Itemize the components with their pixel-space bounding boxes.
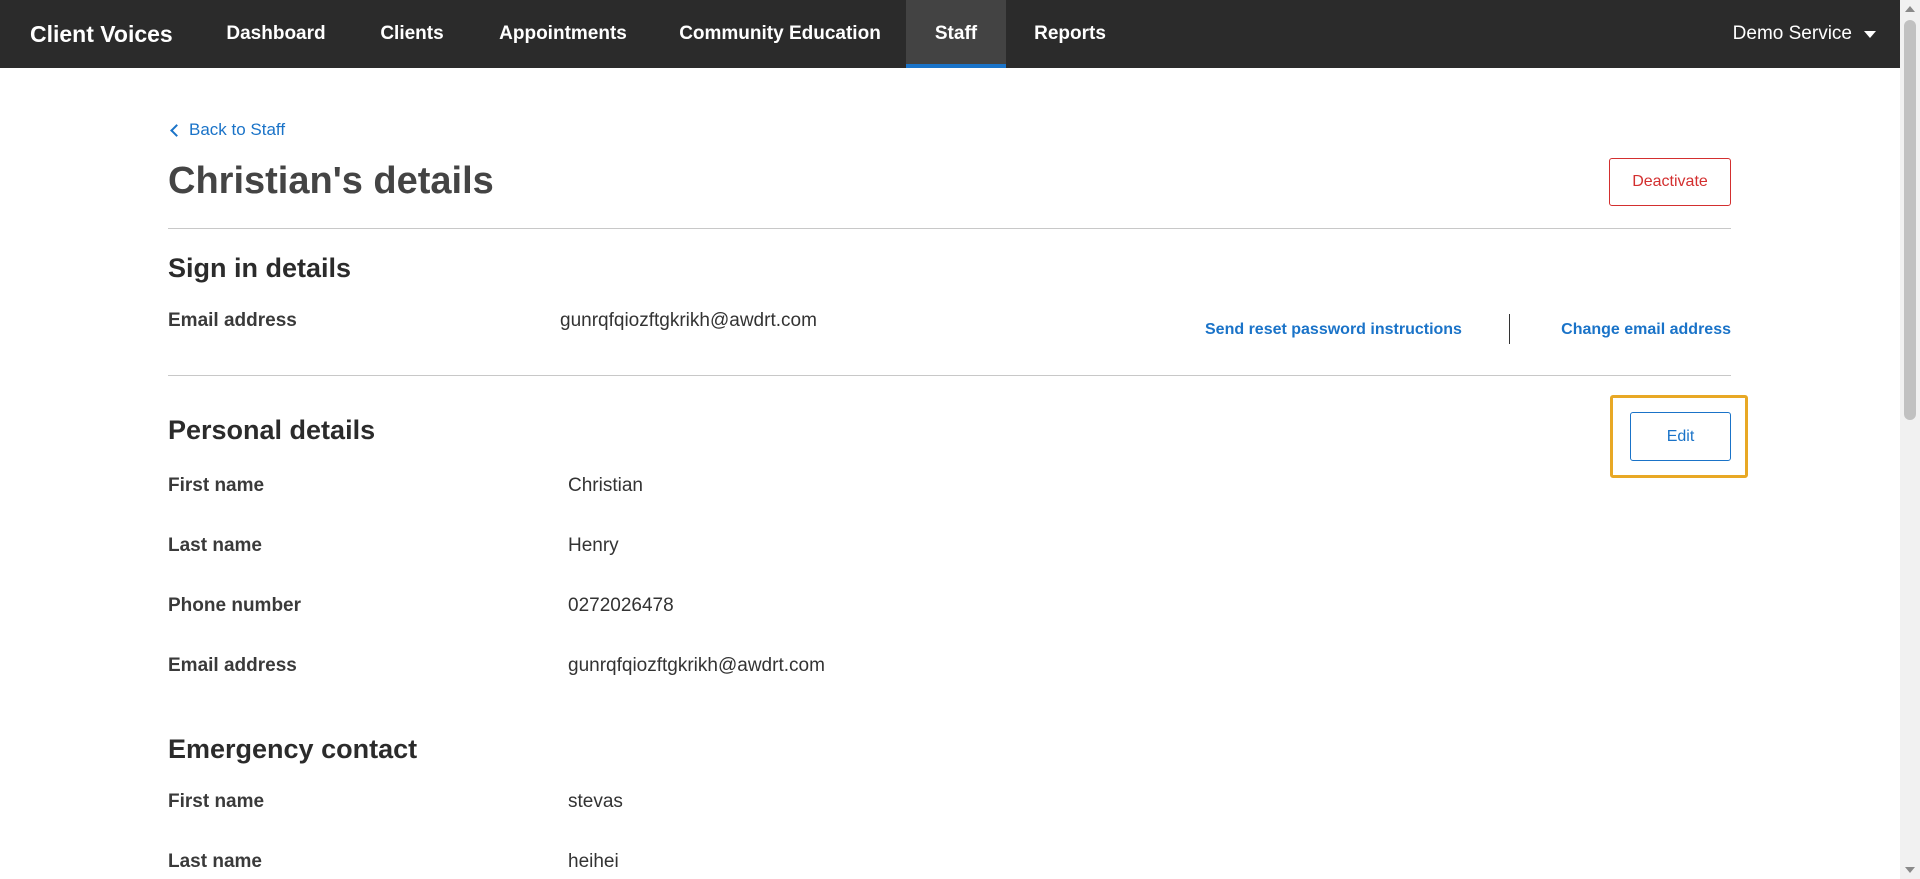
service-label: Demo Service	[1732, 23, 1852, 44]
scrollbar-thumb[interactable]	[1904, 20, 1916, 420]
phone-number-label: Phone number	[168, 595, 302, 616]
emergency-first-name-label: First name	[168, 791, 265, 812]
brand-logo[interactable]: Client Voices	[30, 0, 173, 68]
nav-dashboard[interactable]: Dashboard	[210, 0, 342, 68]
page-title: Christian's details	[168, 160, 494, 202]
send-reset-password-link[interactable]: Send reset password instructions	[1205, 321, 1462, 339]
personal-section-title: Personal details	[168, 415, 376, 445]
nav-reports[interactable]: Reports	[1020, 0, 1120, 68]
divider	[168, 375, 1731, 376]
nav-appointments[interactable]: Appointments	[484, 0, 642, 68]
last-name-label: Last name	[168, 535, 262, 556]
scrollbar[interactable]	[1900, 0, 1920, 879]
link-separator	[1509, 314, 1510, 344]
service-dropdown[interactable]: Demo Service	[1733, 0, 1876, 68]
personal-email-label: Email address	[168, 655, 297, 676]
sign-in-email-value: gunrqfqiozftgkrikh@awdrt.com	[560, 310, 817, 331]
first-name-value: Christian	[568, 475, 643, 496]
divider	[168, 228, 1731, 229]
emergency-last-name-value: heihei	[568, 851, 619, 872]
emergency-first-name-value: stevas	[568, 791, 623, 812]
deactivate-button[interactable]: Deactivate	[1609, 158, 1731, 206]
nav-clients[interactable]: Clients	[356, 0, 468, 68]
back-to-staff-link[interactable]: Back to Staff	[170, 120, 286, 140]
chevron-left-icon	[170, 123, 183, 137]
top-navbar: Client Voices Dashboard Clients Appointm…	[0, 0, 1900, 68]
edit-button[interactable]: Edit	[1630, 412, 1731, 461]
scroll-up-icon[interactable]	[1905, 6, 1915, 12]
emergency-last-name-label: Last name	[168, 851, 262, 872]
phone-number-value: 0272026478	[568, 595, 674, 616]
scroll-down-icon[interactable]	[1905, 867, 1915, 873]
change-email-link[interactable]: Change email address	[1561, 321, 1731, 339]
sign-in-section-title: Sign in details	[168, 253, 352, 283]
emergency-section-title: Emergency contact	[168, 734, 418, 764]
last-name-value: Henry	[568, 535, 619, 556]
nav-community-education[interactable]: Community Education	[664, 0, 896, 68]
sign-in-email-label: Email address	[168, 310, 297, 331]
chevron-down-icon	[1864, 30, 1876, 38]
personal-email-value: gunrqfqiozftgkrikh@awdrt.com	[568, 655, 825, 676]
back-link-label: Back to Staff	[189, 120, 286, 139]
nav-staff[interactable]: Staff	[906, 0, 1006, 68]
first-name-label: First name	[168, 475, 265, 496]
